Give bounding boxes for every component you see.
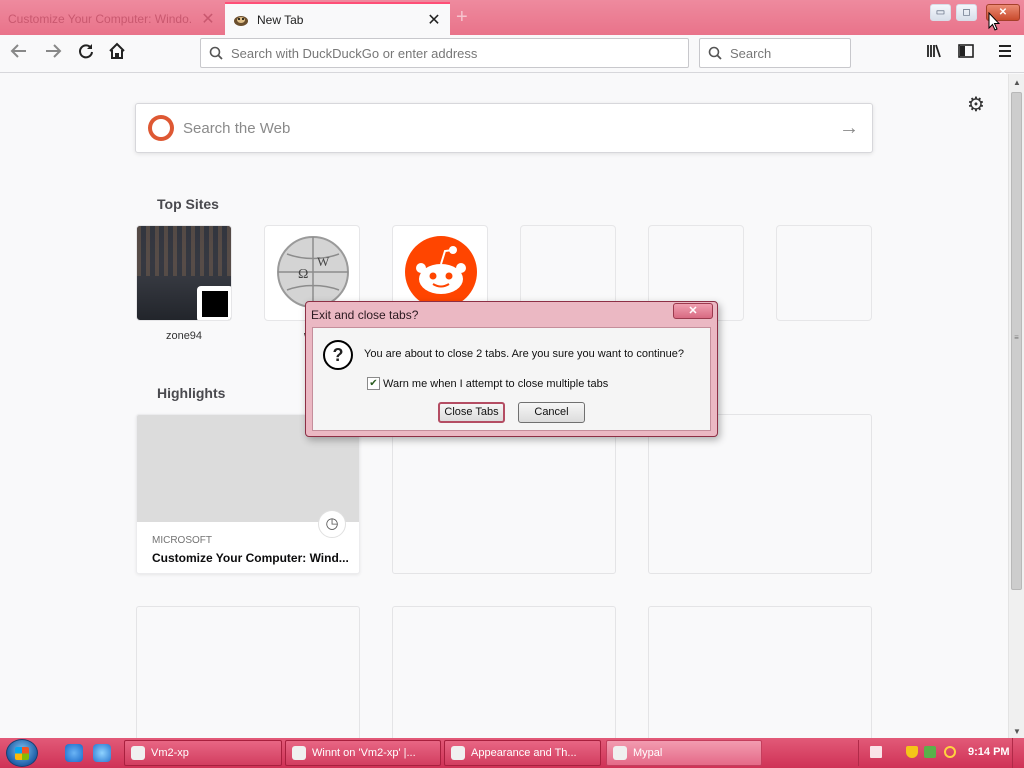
top-sites-heading: Top Sites xyxy=(157,196,219,212)
top-site-tile-empty[interactable] xyxy=(776,225,872,321)
duckduckgo-logo-icon xyxy=(148,115,174,141)
taskbar-item-label: Mypal xyxy=(633,747,663,759)
url-bar[interactable] xyxy=(200,38,689,68)
library-icon[interactable] xyxy=(922,42,946,66)
search-icon xyxy=(209,46,223,60)
vertical-scrollbar[interactable]: ▲ ≡ ▼ xyxy=(1008,74,1024,738)
scrollbar-grip-icon: ≡ xyxy=(1014,333,1019,342)
svg-text:Ω: Ω xyxy=(298,267,308,282)
keyboard-layout-icon[interactable] xyxy=(870,746,882,758)
hamburger-menu-icon[interactable] xyxy=(993,42,1017,66)
new-tab-plus-icon[interactable]: + xyxy=(456,6,476,29)
top-site-label: zone94 xyxy=(165,330,203,342)
sidebar-toggle-icon[interactable] xyxy=(954,42,978,66)
windows-taskbar: Vm2-xp Winnt on 'Vm2-xp' |... Appearance… xyxy=(0,738,1024,768)
scroll-down-arrow-icon[interactable]: ▼ xyxy=(1009,727,1024,736)
url-input[interactable] xyxy=(231,45,688,61)
show-desktop-button[interactable] xyxy=(1012,738,1024,768)
taskbar-clock[interactable]: 9:14 PM xyxy=(968,746,1010,758)
dialog-message: You are about to close 2 tabs. Are you s… xyxy=(364,348,685,360)
zone94-favicon-icon xyxy=(197,286,231,320)
search-icon xyxy=(708,46,722,60)
tab-new-tab[interactable]: New Tab ✕ xyxy=(225,2,450,35)
clock-icon: ◷ xyxy=(318,510,346,538)
web-search-input[interactable] xyxy=(183,119,838,137)
arrow-right-icon[interactable]: → xyxy=(838,117,860,140)
taskbar-item-mypal[interactable]: Mypal xyxy=(606,740,762,766)
highlight-title: Customize Your Computer: Wind... xyxy=(152,551,349,565)
mypal-favicon-icon xyxy=(233,12,249,28)
close-tabs-button[interactable]: Close Tabs xyxy=(438,402,505,423)
warn-multiple-tabs-checkbox[interactable]: ✔ xyxy=(367,377,380,390)
taskbar-item-label: Appearance and Th... xyxy=(471,747,577,759)
app-icon xyxy=(292,746,306,760)
cancel-button[interactable]: Cancel xyxy=(518,402,585,423)
taskbar-item-appearance[interactable]: Appearance and Th... xyxy=(444,740,601,766)
tab-strip: Customize Your Computer: Windo... ✕ New … xyxy=(0,0,1024,35)
network-icon[interactable] xyxy=(924,746,936,758)
start-button[interactable] xyxy=(6,739,38,767)
zone94-thumbnail xyxy=(137,226,231,276)
highlight-placeholder xyxy=(136,606,360,738)
mypal-icon xyxy=(613,746,627,760)
tab-close-icon[interactable]: ✕ xyxy=(426,10,442,30)
svg-text:W: W xyxy=(317,254,330,269)
warn-multiple-tabs-label[interactable]: Warn me when I attempt to close multiple… xyxy=(383,378,608,390)
settings-gear-icon[interactable]: ⚙ xyxy=(965,94,987,116)
highlights-heading: Highlights xyxy=(157,385,226,401)
mouse-cursor-icon xyxy=(988,12,1000,31)
question-mark-icon: ? xyxy=(323,340,353,370)
highlight-placeholder xyxy=(648,606,872,738)
tray-divider xyxy=(858,740,859,766)
tab-label: New Tab xyxy=(257,12,304,27)
taskbar-item-winnt[interactable]: Winnt on 'Vm2-xp' |... xyxy=(285,740,441,766)
web-search-box[interactable]: → xyxy=(135,103,873,153)
home-icon[interactable] xyxy=(105,42,129,66)
search-input[interactable] xyxy=(730,45,906,61)
highlight-placeholder xyxy=(392,414,616,574)
search-bar[interactable] xyxy=(699,38,906,68)
dialog-body: ? You are about to close 2 tabs. Are you… xyxy=(312,327,711,431)
close-tabs-dialog: Exit and close tabs? ✕ ? You are about t… xyxy=(305,301,718,437)
reload-icon[interactable] xyxy=(74,42,98,66)
scroll-up-arrow-icon[interactable]: ▲ xyxy=(1009,78,1024,87)
tab-customize-computer[interactable]: Customize Your Computer: Windo... ✕ xyxy=(0,2,224,35)
highlight-placeholder xyxy=(392,606,616,738)
internet-explorer-icon[interactable] xyxy=(65,744,83,762)
window-minimize-button[interactable]: ▭ xyxy=(930,4,951,21)
scrollbar-thumb[interactable]: ≡ xyxy=(1011,92,1022,590)
dialog-close-button[interactable]: ✕ xyxy=(673,303,713,319)
taskbar-item-label: Winnt on 'Vm2-xp' |... xyxy=(312,747,416,759)
tab-label: Customize Your Computer: Windo... xyxy=(8,11,193,26)
taskbar-item-label: Vm2-xp xyxy=(151,747,189,759)
windows-logo-icon xyxy=(15,747,29,760)
security-shield-icon[interactable] xyxy=(906,746,918,758)
highlight-placeholder xyxy=(648,414,872,574)
dialog-title: Exit and close tabs? xyxy=(311,308,419,322)
top-site-tile-zone94[interactable] xyxy=(136,225,232,321)
forward-arrow-icon[interactable] xyxy=(41,42,65,66)
navigation-toolbar xyxy=(0,35,1024,73)
taskbar-item-vm2-xp[interactable]: Vm2-xp xyxy=(124,740,282,766)
app-icon xyxy=(451,746,465,760)
app-icon xyxy=(131,746,145,760)
tab-close-icon[interactable]: ✕ xyxy=(200,9,216,29)
dialog-titlebar[interactable]: Exit and close tabs? ✕ xyxy=(306,302,717,326)
browser-quicklaunch-icon[interactable] xyxy=(93,744,111,762)
highlight-card[interactable]: ◷ MICROSOFT Customize Your Computer: Win… xyxy=(136,414,360,574)
window-maximize-button[interactable]: ◻ xyxy=(956,4,977,21)
highlight-source: MICROSOFT xyxy=(152,535,212,546)
back-arrow-icon[interactable] xyxy=(7,42,31,66)
search-tray-icon[interactable] xyxy=(944,746,956,758)
